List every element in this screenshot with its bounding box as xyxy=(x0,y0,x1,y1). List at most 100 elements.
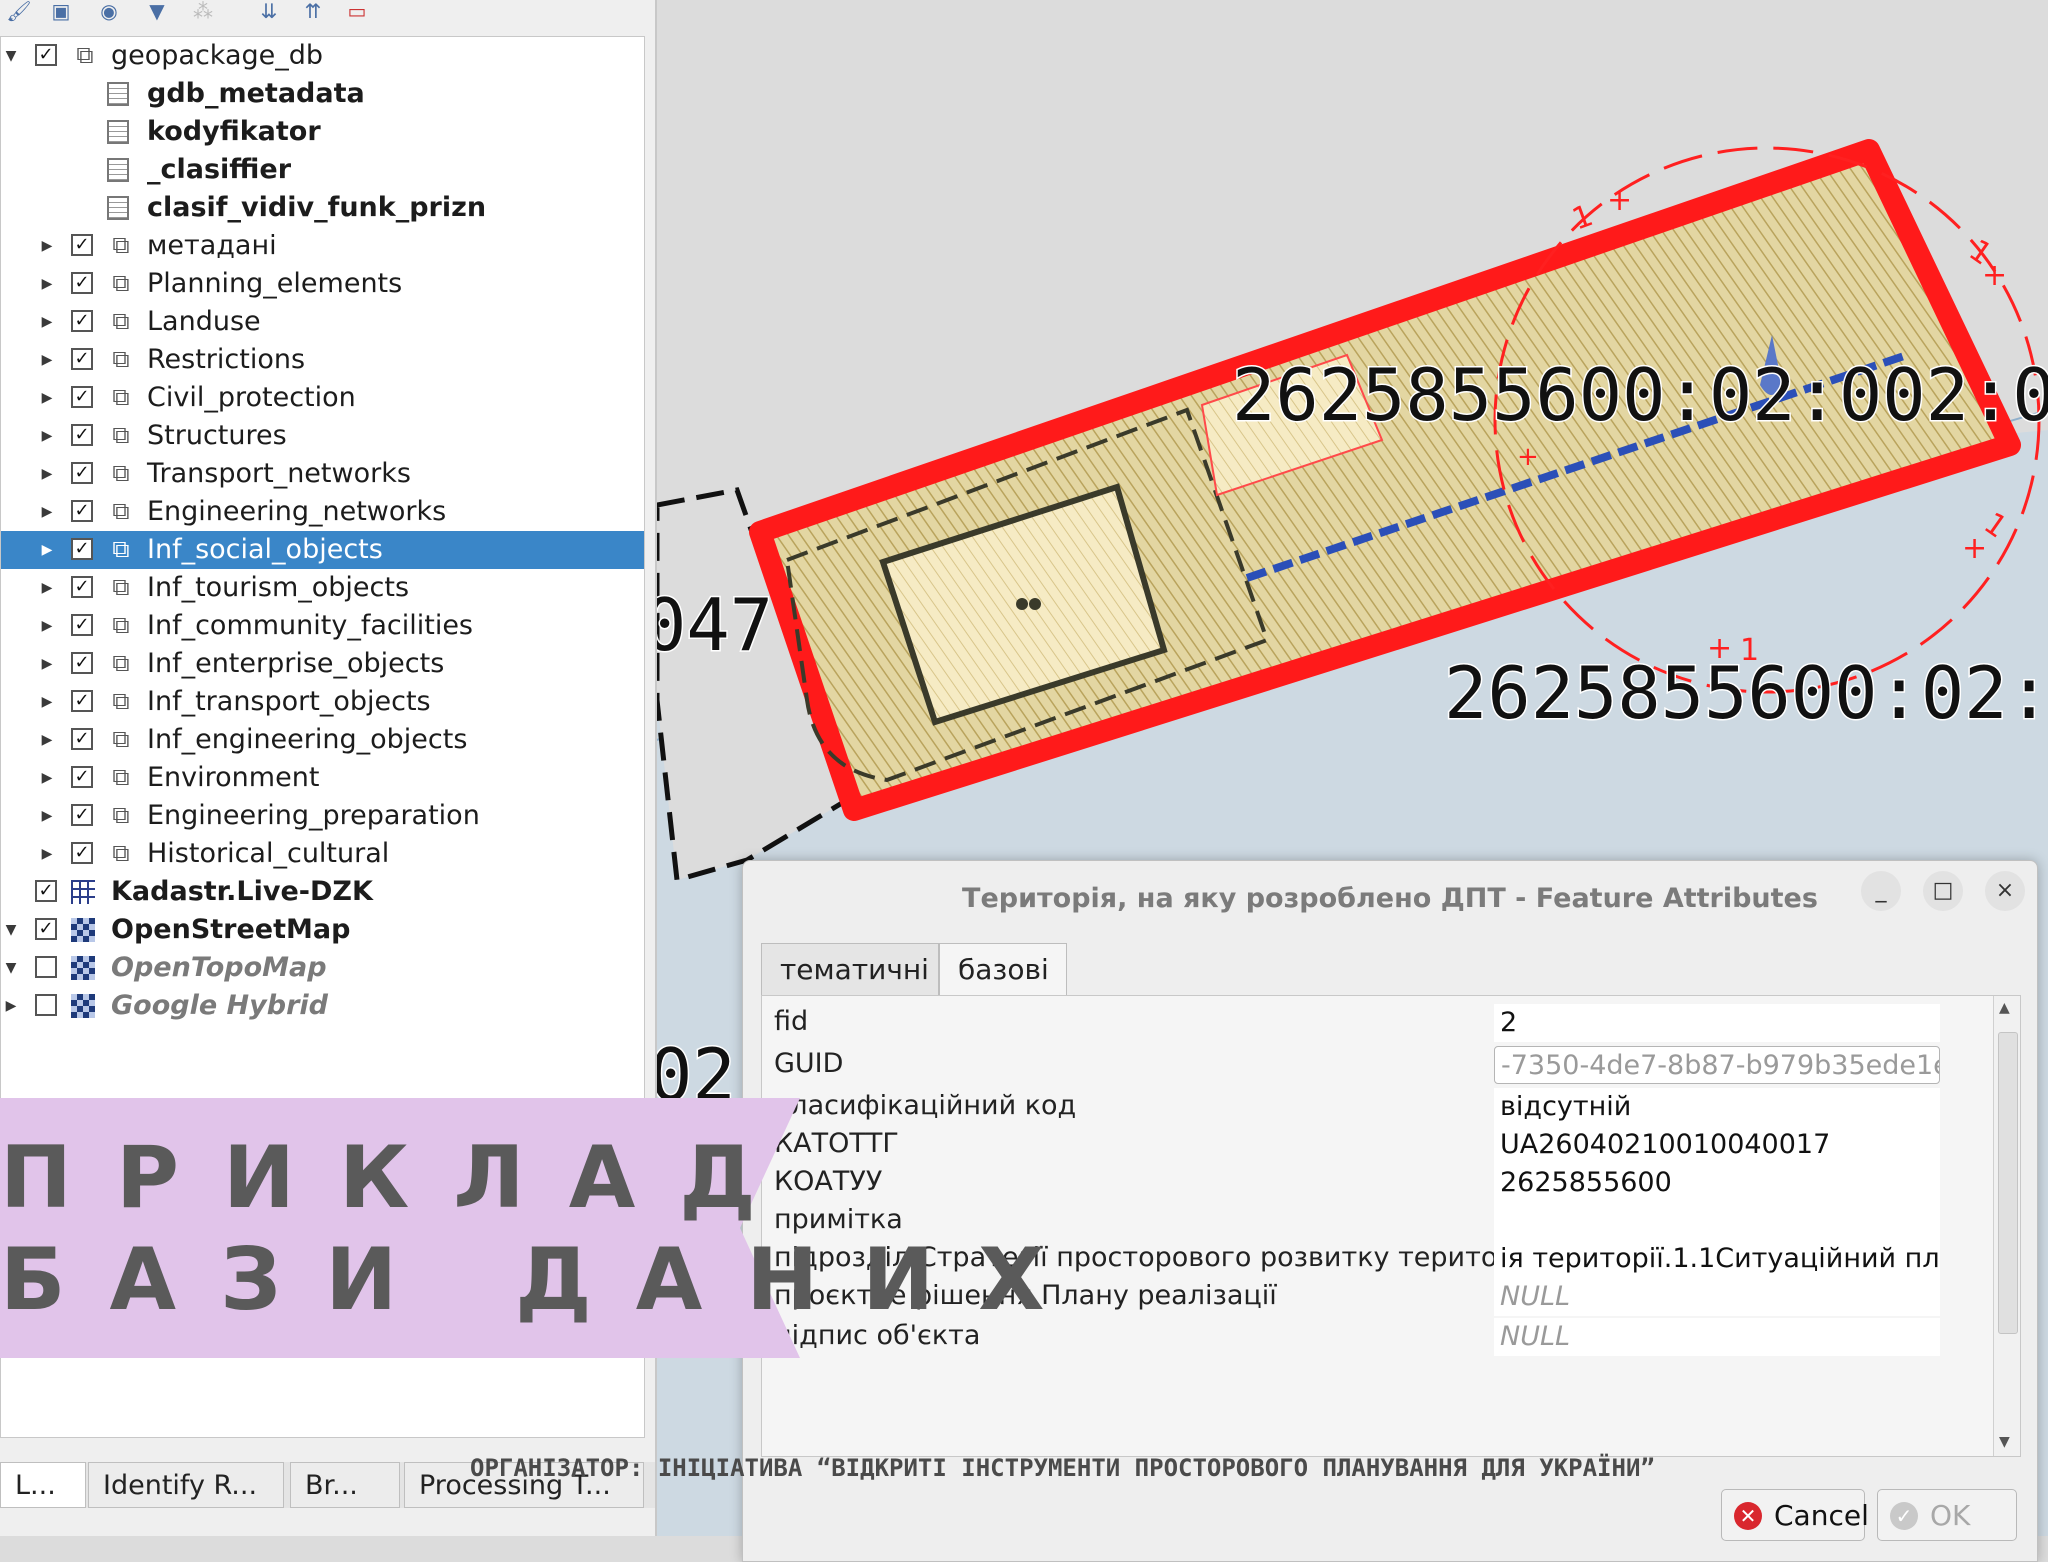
form-scrollbar[interactable]: ▲ ▼ xyxy=(1993,996,2020,1456)
layer-visibility-checkbox[interactable] xyxy=(35,994,57,1016)
expand-arrow-icon[interactable]: ▶ xyxy=(39,493,55,531)
expand-arrow-icon[interactable]: ▶ xyxy=(3,987,19,1025)
attribute-value-field[interactable] xyxy=(1494,1202,1940,1240)
layer-visibility-checkbox[interactable]: ✓ xyxy=(71,766,93,788)
eye-icon[interactable]: ◉ xyxy=(96,0,122,22)
layer-visibility-checkbox[interactable]: ✓ xyxy=(35,918,57,940)
layer-row[interactable]: ▶ ✓ ⧉ метадані xyxy=(1,227,644,265)
collapse-arrow-icon[interactable]: ▼ xyxy=(3,37,19,75)
layer-visibility-checkbox[interactable]: ✓ xyxy=(71,576,93,598)
attribute-value-field[interactable]: UA26040210010040017 xyxy=(1494,1126,1940,1164)
layer-visibility-checkbox[interactable]: ✓ xyxy=(71,652,93,674)
expand-arrow-icon[interactable]: ▶ xyxy=(39,227,55,265)
layer-row[interactable]: ▶ ✓ ⧉ Restrictions xyxy=(1,341,644,379)
tab-thematic[interactable]: тематичні xyxy=(761,943,939,995)
tab-identify-results[interactable]: Identify R... xyxy=(88,1462,284,1508)
layer-visibility-checkbox[interactable]: ✓ xyxy=(71,386,93,408)
layer-visibility-checkbox[interactable]: ✓ xyxy=(71,728,93,750)
layer-visibility-checkbox[interactable]: ✓ xyxy=(71,690,93,712)
cancel-button[interactable]: ✕ Cancel xyxy=(1721,1489,1869,1541)
layer-visibility-checkbox[interactable]: ✓ xyxy=(71,462,93,484)
attribute-value-field[interactable]: NULL xyxy=(1494,1278,1940,1316)
layer-visibility-checkbox[interactable]: ✓ xyxy=(71,614,93,636)
layer-row[interactable]: ▼ OpenTopoMap xyxy=(1,949,644,987)
filter-icon[interactable]: ▼ xyxy=(144,0,170,22)
expand-arrow-icon[interactable]: ▶ xyxy=(39,341,55,379)
layer-row[interactable]: ▼ ✓ ⧉ geopackage_db xyxy=(1,37,644,75)
layer-label: _clasiffier xyxy=(147,154,292,185)
layer-visibility-checkbox[interactable]: ✓ xyxy=(71,538,93,560)
layer-row[interactable]: _clasiffier xyxy=(1,151,644,189)
layer-visibility-checkbox[interactable] xyxy=(35,956,57,978)
expand-arrow-icon[interactable]: ▶ xyxy=(39,835,55,873)
layer-row[interactable]: ▼ ✓ OpenStreetMap xyxy=(1,911,644,949)
layer-row[interactable]: kodyfikator xyxy=(1,113,644,151)
attribute-value-field[interactable]: 2625855600 xyxy=(1494,1164,1940,1202)
tab-basic[interactable]: базові xyxy=(939,943,1067,995)
scroll-thumb[interactable] xyxy=(1998,1032,2018,1334)
expand-arrow-icon[interactable]: ▶ xyxy=(39,721,55,759)
expand-arrow-icon[interactable]: ▶ xyxy=(39,531,55,569)
layer-row[interactable]: ▶ ✓ ⧉ Structures xyxy=(1,417,644,455)
layer-row[interactable]: ▶ ✓ ⧉ Inf_enterprise_objects xyxy=(1,645,644,683)
layer-visibility-checkbox[interactable]: ✓ xyxy=(71,424,93,446)
layer-row[interactable]: clasif_vidiv_funk_prizn xyxy=(1,189,644,227)
layer-row[interactable]: ▶ ✓ ⧉ Inf_social_objects xyxy=(1,531,644,569)
expand-arrow-icon[interactable]: ▶ xyxy=(39,455,55,493)
minimize-button[interactable]: _ xyxy=(1861,871,1901,911)
layer-row[interactable]: ▶ ✓ ⧉ Engineering_preparation xyxy=(1,797,644,835)
layer-visibility-checkbox[interactable]: ✓ xyxy=(71,804,93,826)
layer-row[interactable]: ▶ ✓ ⧉ Inf_engineering_objects xyxy=(1,721,644,759)
maximize-button[interactable]: □ xyxy=(1923,871,1963,911)
expand-arrow-icon[interactable]: ▶ xyxy=(39,569,55,607)
expand-arrow-icon[interactable]: ▶ xyxy=(39,607,55,645)
layer-row[interactable]: ▶ ✓ ⧉ Planning_elements xyxy=(1,265,644,303)
expand-all-icon[interactable]: ⇊ xyxy=(256,0,282,22)
expand-arrow-icon[interactable]: ▶ xyxy=(39,683,55,721)
expression-filter-icon[interactable]: ⁂ xyxy=(190,0,216,22)
layer-row[interactable]: ▶ ✓ ⧉ Engineering_networks xyxy=(1,493,644,531)
tab-browser[interactable]: Br... xyxy=(290,1462,400,1508)
add-group-icon[interactable]: ▣ xyxy=(48,0,74,22)
remove-layer-icon[interactable]: ▭ xyxy=(344,0,370,22)
ok-button[interactable]: ✓ OK xyxy=(1877,1489,2017,1541)
layer-row[interactable]: ▶ ✓ ⧉ Inf_tourism_objects xyxy=(1,569,644,607)
layer-visibility-checkbox[interactable]: ✓ xyxy=(71,348,93,370)
layer-row[interactable]: ▶ ✓ ⧉ Landuse xyxy=(1,303,644,341)
layer-row[interactable]: ▶ ✓ ⧉ Environment xyxy=(1,759,644,797)
collapse-arrow-icon[interactable]: ▼ xyxy=(3,949,19,987)
expand-arrow-icon[interactable]: ▶ xyxy=(39,379,55,417)
attribute-value-field[interactable]: 2 xyxy=(1494,1004,1940,1042)
expand-arrow-icon[interactable]: ▶ xyxy=(39,645,55,683)
attribute-value-field[interactable]: відсутній xyxy=(1494,1088,1940,1126)
collapse-arrow-icon[interactable]: ▼ xyxy=(3,911,19,949)
attribute-value-field[interactable]: ія території.1.1Ситуаційний план xyxy=(1494,1240,1940,1278)
collapse-all-icon[interactable]: ⇈ xyxy=(300,0,326,22)
attribute-value-field[interactable]: NULL xyxy=(1494,1318,1940,1356)
layer-row[interactable]: gdb_metadata xyxy=(1,75,644,113)
expand-arrow-icon[interactable]: ▶ xyxy=(39,797,55,835)
layer-visibility-checkbox[interactable]: ✓ xyxy=(35,880,57,902)
expand-arrow-icon[interactable]: ▶ xyxy=(39,303,55,341)
layer-visibility-checkbox[interactable]: ✓ xyxy=(71,272,93,294)
layer-row[interactable]: ▶ Google Hybrid xyxy=(1,987,644,1025)
layer-visibility-checkbox[interactable]: ✓ xyxy=(35,44,57,66)
layer-visibility-checkbox[interactable]: ✓ xyxy=(71,842,93,864)
layer-visibility-checkbox[interactable]: ✓ xyxy=(71,310,93,332)
expand-arrow-icon[interactable]: ▶ xyxy=(39,417,55,455)
layer-row[interactable]: ✓ Kadastr.Live-DZK xyxy=(1,873,644,911)
scroll-down-icon[interactable]: ▼ xyxy=(1999,1434,2010,1450)
expand-arrow-icon[interactable]: ▶ xyxy=(39,759,55,797)
scroll-up-icon[interactable]: ▲ xyxy=(1999,1000,2010,1016)
expand-arrow-icon[interactable]: ▶ xyxy=(39,265,55,303)
tab-layers[interactable]: L... xyxy=(0,1462,86,1508)
layer-row[interactable]: ▶ ✓ ⧉ Inf_transport_objects xyxy=(1,683,644,721)
close-button[interactable]: × xyxy=(1985,871,2025,911)
layer-row[interactable]: ▶ ✓ ⧉ Historical_cultural xyxy=(1,835,644,873)
layer-row[interactable]: ▶ ✓ ⧉ Inf_community_facilities xyxy=(1,607,644,645)
style-brush-icon[interactable]: 🖌 xyxy=(6,0,32,22)
layer-row[interactable]: ▶ ✓ ⧉ Transport_networks xyxy=(1,455,644,493)
layer-row[interactable]: ▶ ✓ ⧉ Civil_protection xyxy=(1,379,644,417)
layer-visibility-checkbox[interactable]: ✓ xyxy=(71,234,93,256)
layer-visibility-checkbox[interactable]: ✓ xyxy=(71,500,93,522)
